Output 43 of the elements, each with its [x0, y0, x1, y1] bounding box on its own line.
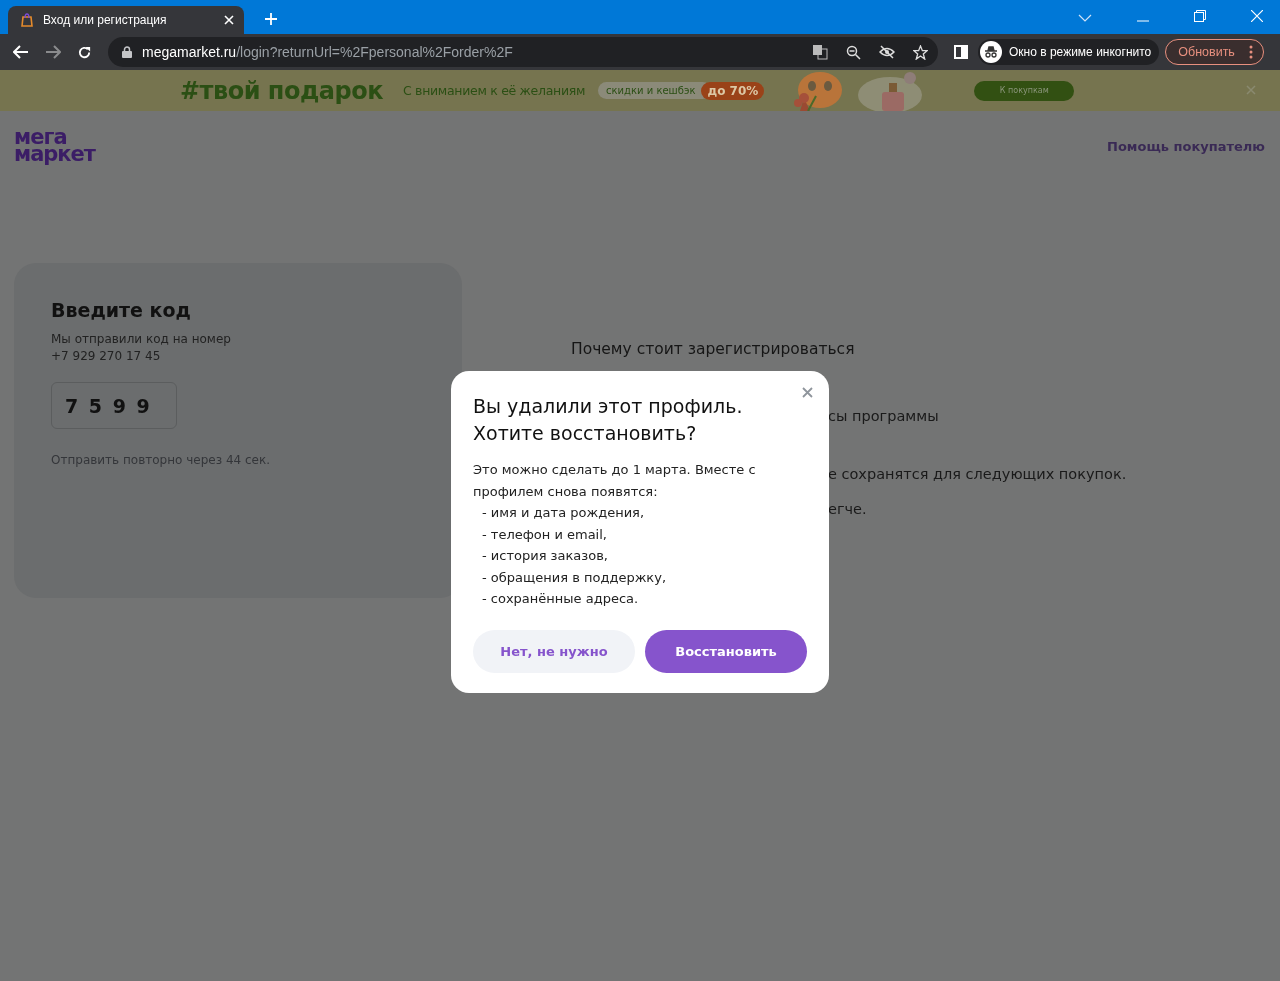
incognito-badge[interactable]: Окно в режиме инкогнито — [978, 39, 1160, 65]
card-title: Введите код — [51, 299, 192, 321]
restore-button[interactable]: Восстановить — [645, 630, 807, 673]
bag-icon — [20, 13, 34, 27]
star-icon[interactable] — [913, 44, 928, 60]
list-item: - телефон и email, — [481, 525, 608, 544]
help-link[interactable]: Помощь покупателю — [1107, 139, 1265, 154]
promo-tagline: С вниманием к её желаниям — [403, 83, 586, 98]
promo-headline: #твой подарок — [180, 76, 383, 105]
dialog-title: Вы удалили этот профиль. Хотите восстановить? — [473, 394, 744, 446]
side-panel-icon[interactable] — [954, 45, 968, 59]
benefit-text: егче. — [828, 501, 867, 517]
list-item: - сохранённые адреса. — [481, 590, 640, 608]
phone-number: +7 929 270 17 45 — [51, 348, 162, 365]
list-item: - обращения в поддержку, — [481, 568, 668, 587]
chevron-down-icon[interactable] — [1078, 14, 1092, 22]
benefits-title: Почему стоит зарегистрироваться — [571, 340, 855, 358]
incognito-icon — [980, 41, 1002, 63]
code-field[interactable]: 7 5 9 9 — [51, 382, 177, 429]
shop-button[interactable]: К покупкам — [974, 80, 1075, 101]
restore-icon[interactable] — [1194, 10, 1206, 22]
lock-icon — [122, 46, 132, 58]
eye-slash-icon[interactable] — [879, 45, 895, 59]
benefit-text: сы программы — [828, 408, 939, 424]
new-tab-icon[interactable] — [264, 12, 278, 26]
list-item: - история заказов, — [481, 547, 609, 565]
benefit-text: е сохранятся для следующих покупок. — [828, 466, 1127, 482]
forward-arrow-icon[interactable] — [45, 45, 61, 59]
address-bar[interactable]: megamarket.ru/login?returnUrl=%2Fpersonal%2Forder%2F — [108, 37, 938, 67]
decline-button[interactable]: Нет, не нужно — [473, 630, 635, 673]
card-subtitle: Мы отправили код на номер — [51, 331, 232, 348]
logo[interactable]: мега маркет — [14, 129, 96, 163]
update-button[interactable]: Обновить — [1165, 39, 1264, 65]
translate-icon[interactable] — [812, 44, 828, 60]
dialog-text: Это можно сделать до 1 марта. Вместе с профилем снова появятся: — [473, 461, 757, 501]
browser-tab[interactable]: Вход или регистрация — [8, 6, 244, 34]
back-arrow-icon[interactable] — [13, 45, 29, 59]
kebab-menu-icon[interactable] — [1248, 45, 1253, 59]
incognito-label: Окно в режиме инкогнито — [1009, 45, 1152, 59]
zoom-out-icon[interactable] — [846, 44, 861, 60]
list-item: - имя и дата рождения, — [481, 504, 646, 522]
url-text: megamarket.ru/login?returnUrl=%2Fpersonal%2Forder%2F — [142, 44, 513, 60]
reload-icon[interactable] — [77, 44, 92, 60]
